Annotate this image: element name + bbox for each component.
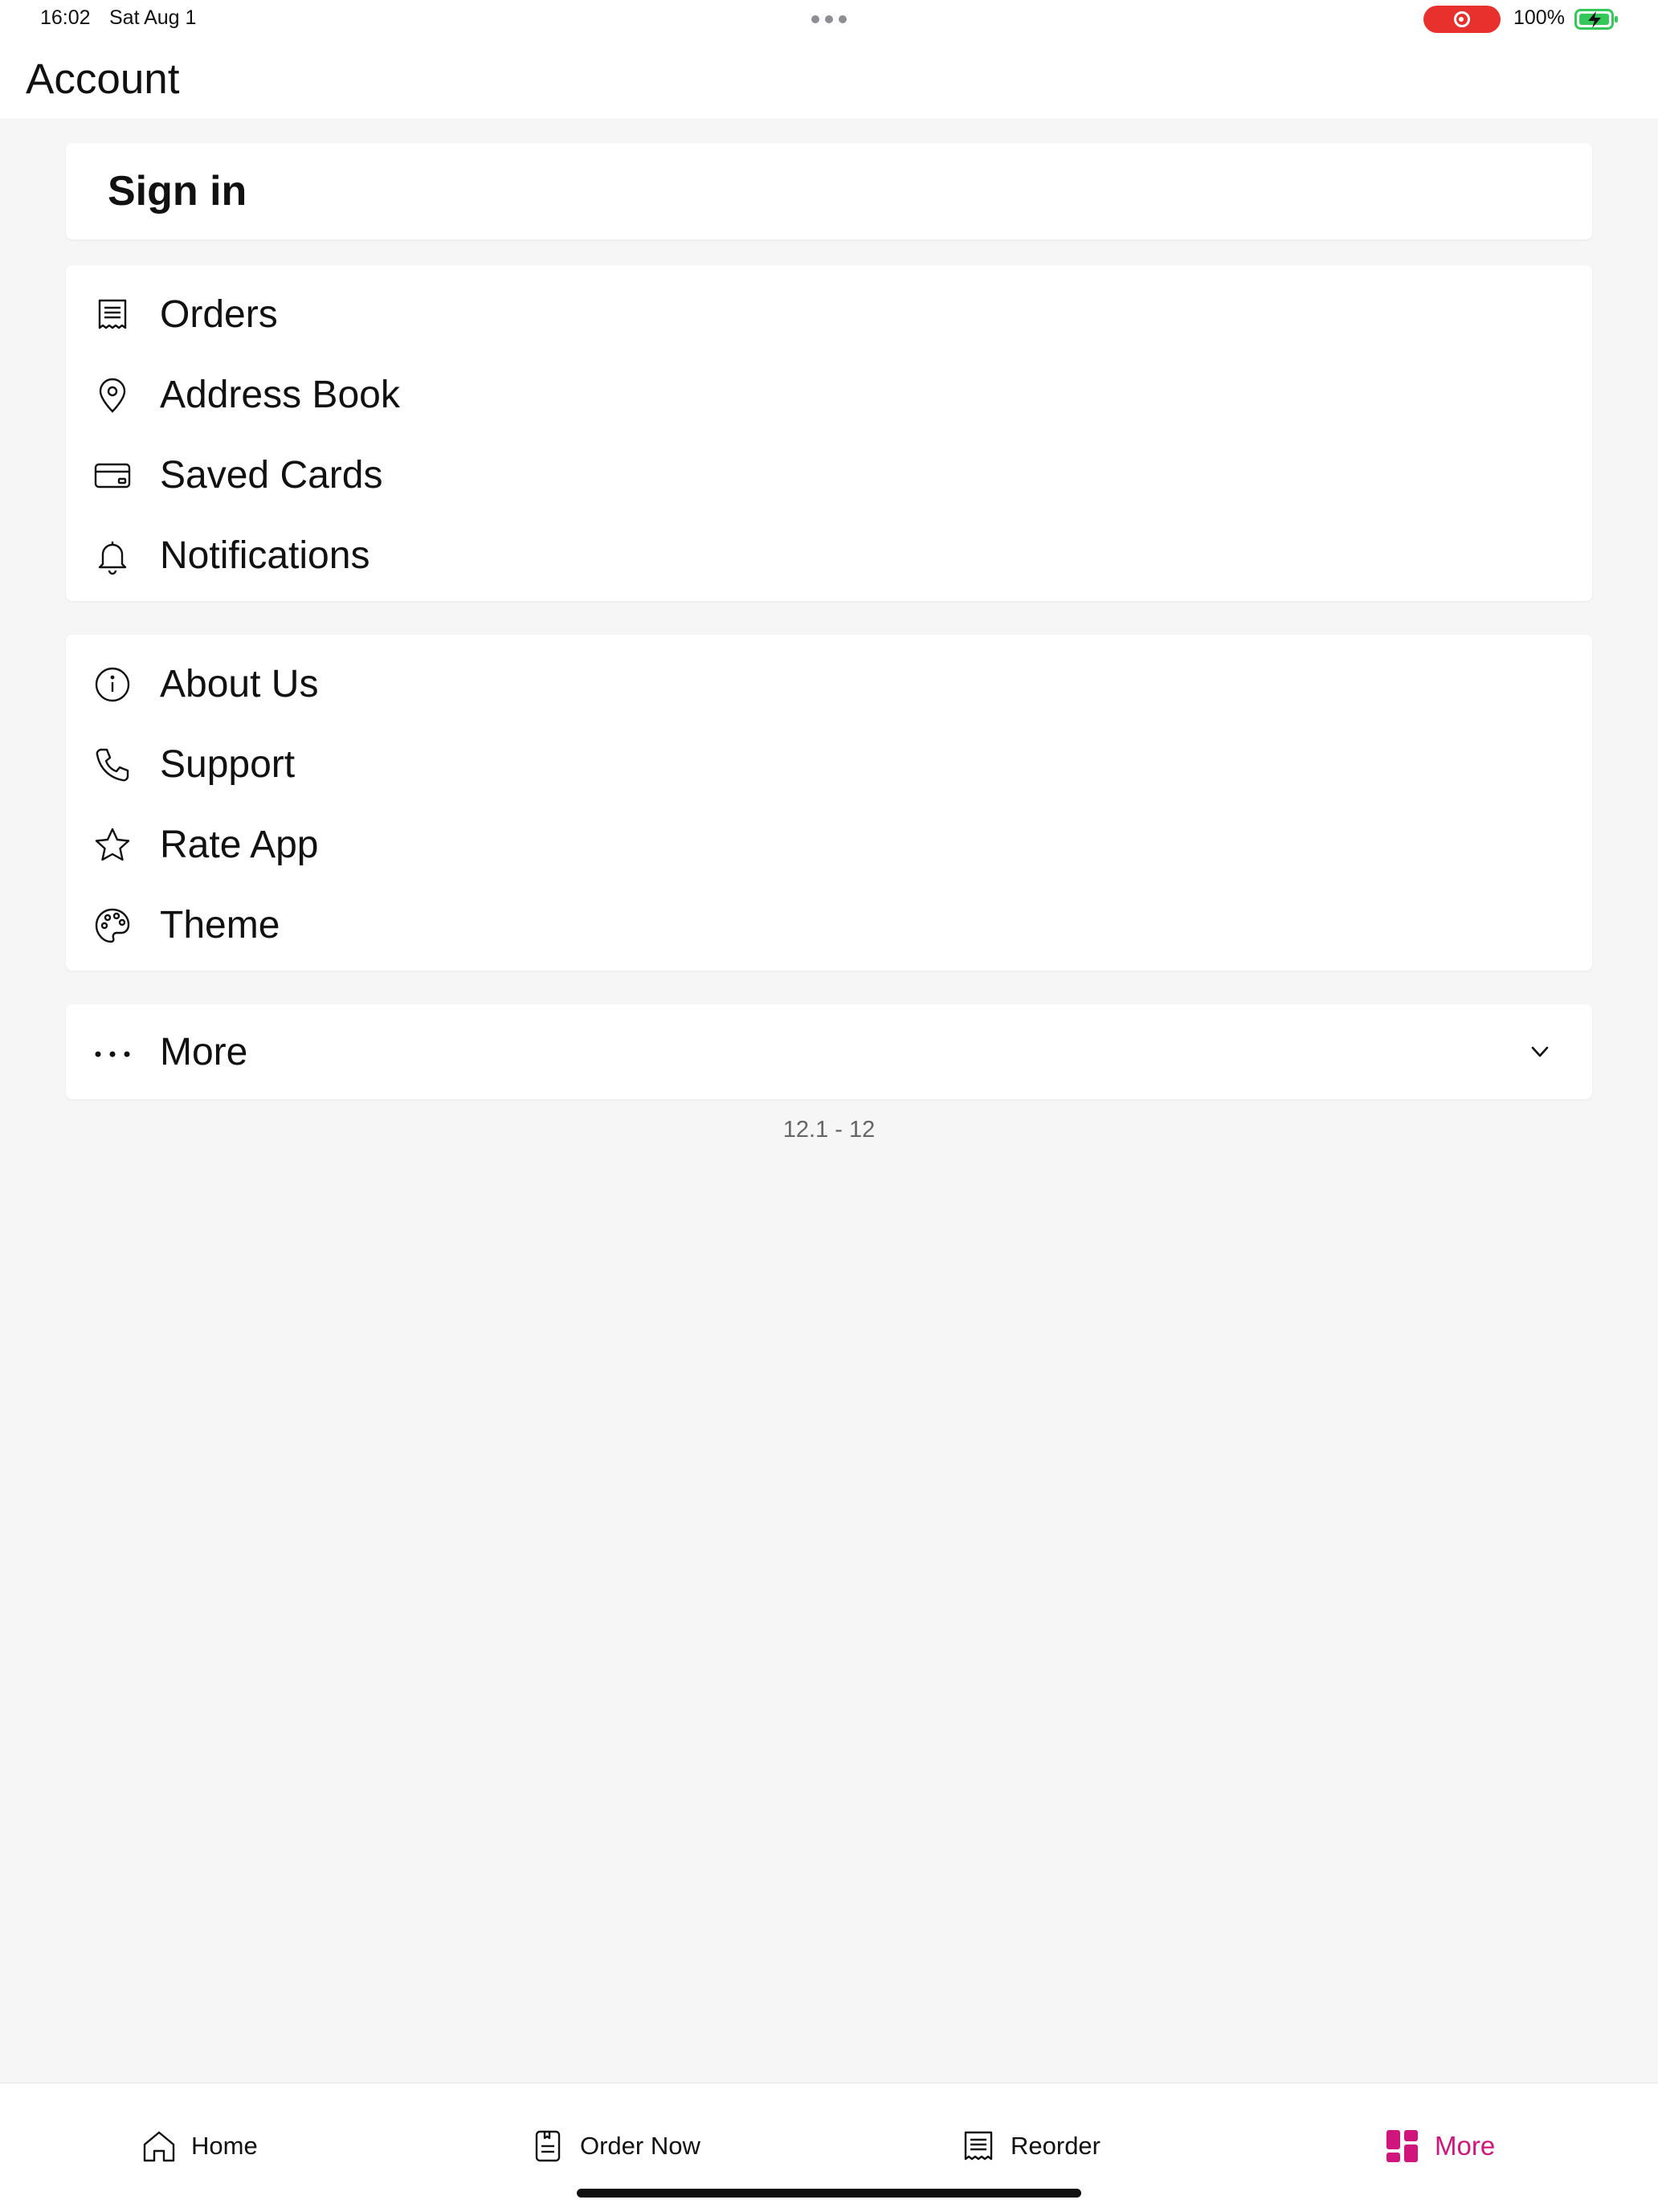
- screen-recording-icon[interactable]: [1423, 6, 1501, 33]
- menu-item-label: Support: [160, 743, 296, 786]
- star-icon: [95, 828, 130, 861]
- chevron-down-icon: [1531, 1046, 1549, 1057]
- order-icon: [535, 2130, 561, 2162]
- menu-item-label: Rate App: [160, 824, 319, 866]
- sign-in-button[interactable]: Sign in: [66, 143, 1592, 239]
- phone-icon: [96, 748, 129, 782]
- bell-icon: [98, 542, 127, 575]
- battery-charging-icon: [1574, 9, 1618, 30]
- menu-item-label: Orders: [160, 293, 278, 336]
- menu-item-support[interactable]: Support: [66, 723, 1592, 803]
- menu-item-orders[interactable]: Orders: [66, 273, 1592, 354]
- tab-label: Reorder: [1011, 2132, 1101, 2160]
- menu-item-label: Address Book: [160, 374, 400, 416]
- menu-item-label: Theme: [160, 904, 280, 947]
- status-date: Sat Aug 1: [109, 6, 197, 29]
- home-icon: [143, 2131, 175, 2162]
- account-menu-card: Orders Address Book Saved Cards Notifica…: [66, 265, 1592, 601]
- grid-icon: [1386, 2130, 1418, 2162]
- receipt-icon: [98, 299, 127, 329]
- app-version: 12.1 - 12: [782, 1117, 876, 1143]
- menu-item-saved-cards[interactable]: Saved Cards: [66, 434, 1592, 514]
- more-row: More: [66, 1011, 1592, 1091]
- more-label: More: [160, 1031, 248, 1073]
- page-title: Account: [26, 55, 180, 103]
- tab-more[interactable]: More: [1385, 2125, 1495, 2167]
- menu-item-notifications[interactable]: Notifications: [66, 514, 1592, 595]
- navigation-header: Account: [0, 40, 1658, 118]
- tab-label: Order Now: [580, 2132, 700, 2160]
- menu-item-about-us[interactable]: About Us: [66, 643, 1592, 723]
- status-bar: 16:02 Sat Aug 1 100%: [0, 0, 1658, 40]
- info-icon: [95, 667, 130, 702]
- credit-card-icon: [94, 463, 131, 489]
- status-time: 16:02: [40, 6, 91, 29]
- menu-item-address-book[interactable]: Address Book: [66, 354, 1592, 434]
- battery-percentage: 100%: [1513, 6, 1565, 29]
- tab-order-now[interactable]: Order Now: [530, 2125, 700, 2167]
- home-indicator: [577, 2189, 1081, 2198]
- tab-label: Home: [191, 2132, 258, 2160]
- receipt-icon: [964, 2131, 993, 2161]
- more-section-toggle[interactable]: More: [66, 1004, 1592, 1099]
- multitasking-dots-icon[interactable]: [811, 15, 847, 23]
- tab-home[interactable]: Home: [141, 2125, 258, 2167]
- sign-in-label: Sign in: [108, 168, 247, 215]
- palette-icon: [95, 908, 130, 943]
- menu-item-label: Notifications: [160, 534, 370, 577]
- menu-item-theme[interactable]: Theme: [66, 884, 1592, 964]
- tab-reorder[interactable]: Reorder: [961, 2125, 1101, 2167]
- location-pin-icon: [99, 378, 126, 413]
- tab-label: More: [1435, 2131, 1496, 2161]
- info-menu-card: About Us Support Rate App Theme: [66, 635, 1592, 971]
- menu-item-label: Saved Cards: [160, 454, 383, 497]
- menu-item-label: About Us: [160, 663, 319, 705]
- menu-item-rate-app[interactable]: Rate App: [66, 803, 1592, 884]
- ellipsis-icon: [95, 1051, 130, 1057]
